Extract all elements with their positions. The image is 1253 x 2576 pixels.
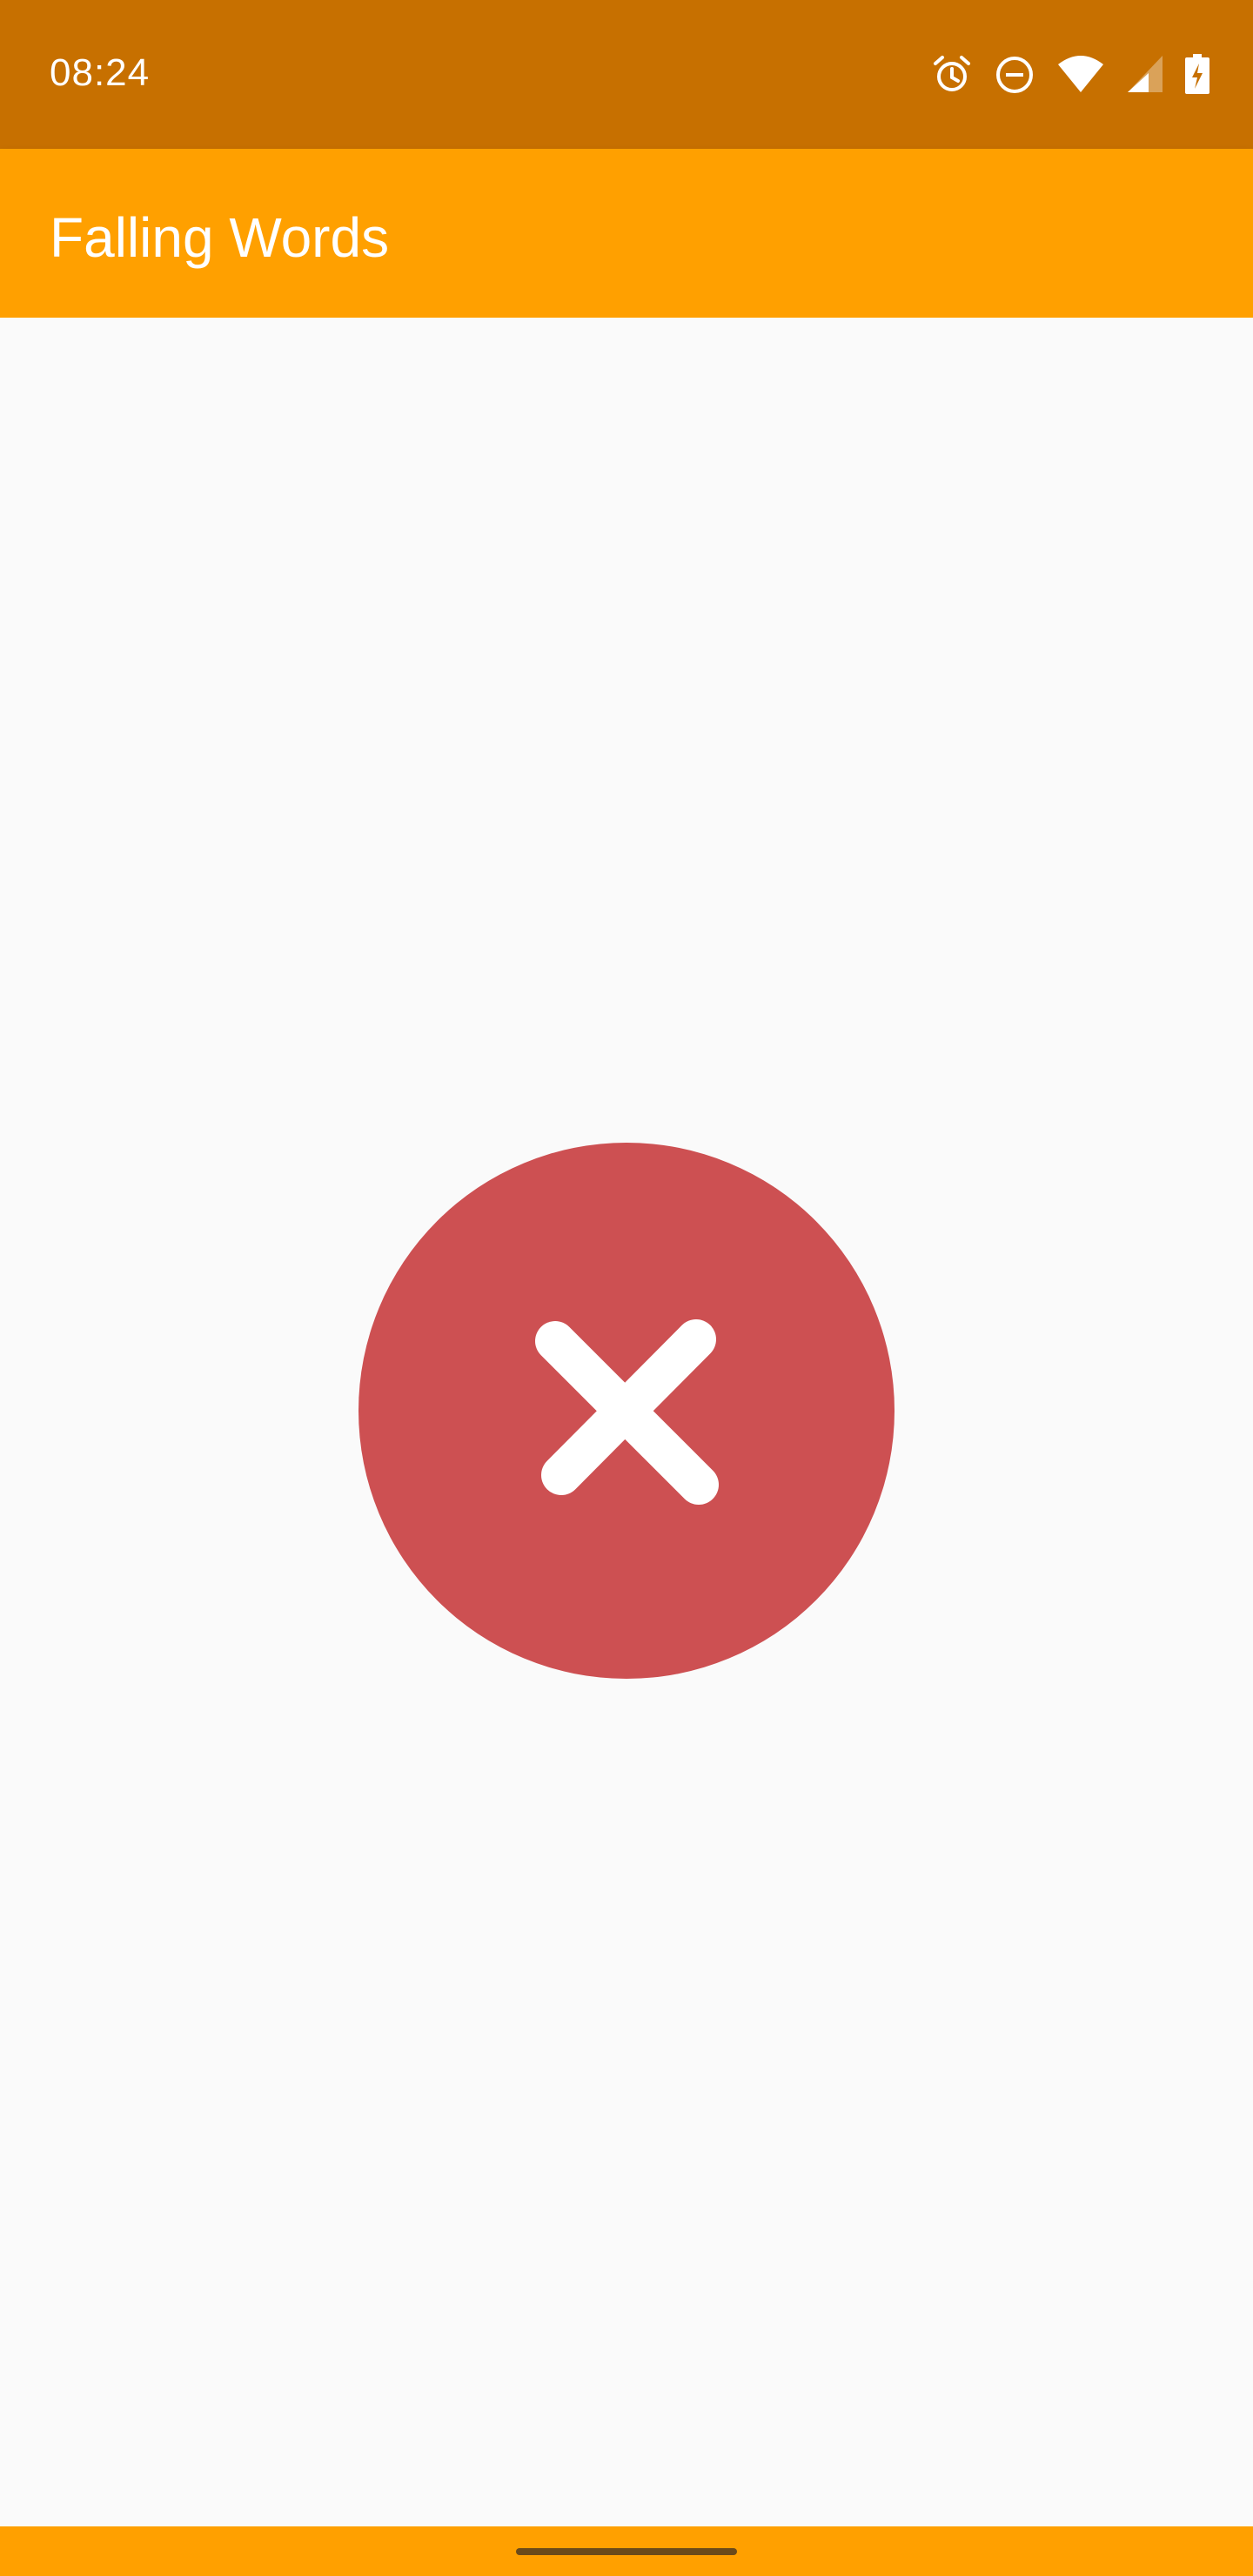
wifi-icon (1056, 54, 1105, 96)
incorrect-result-badge (358, 1143, 895, 1679)
home-gesture-handle[interactable] (516, 2548, 737, 2555)
status-bar: 08:24 (0, 0, 1253, 149)
alarm-icon (931, 54, 973, 96)
cell-signal-icon (1126, 54, 1164, 96)
battery-charging-icon (1185, 54, 1209, 96)
close-icon (535, 1319, 719, 1505)
app-title: Falling Words (50, 206, 390, 269)
game-content (0, 318, 1253, 2526)
do-not-disturb-icon (994, 54, 1035, 96)
navigation-bar (0, 2526, 1253, 2576)
status-icons (931, 50, 1209, 99)
app-bar: Falling Words (0, 149, 1253, 318)
status-time: 08:24 (50, 51, 151, 94)
